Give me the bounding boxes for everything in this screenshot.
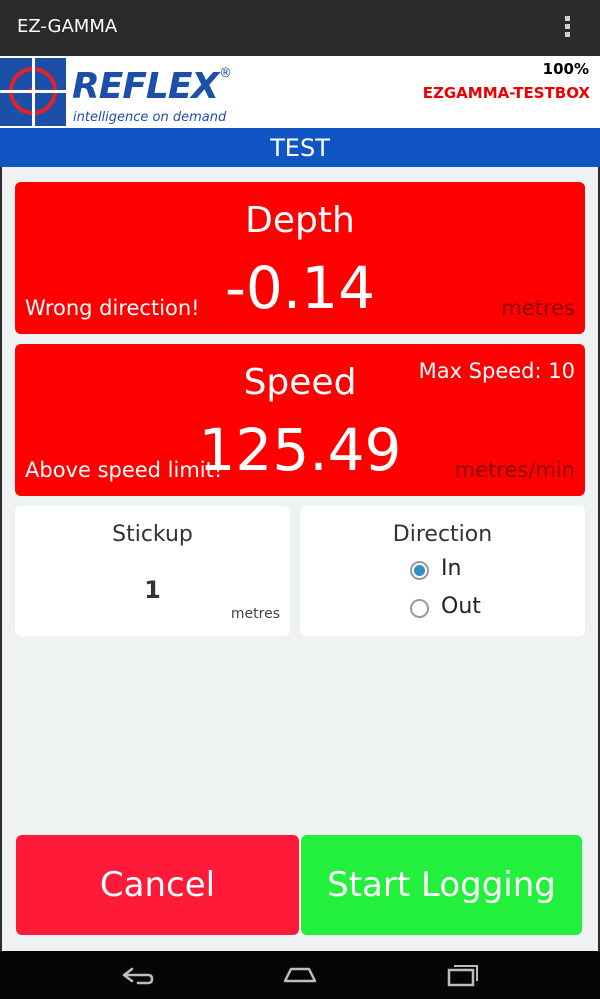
stickup-value[interactable]: 1 — [15, 576, 290, 604]
max-speed: Max Speed: 10 — [418, 359, 575, 383]
cancel-button[interactable]: Cancel — [16, 835, 299, 935]
radio-checked-icon[interactable] — [410, 561, 429, 580]
speed-unit: metres/min — [454, 458, 575, 482]
depth-unit: metres — [501, 296, 575, 320]
depth-label: Depth — [245, 200, 355, 241]
action-bar: EZ-GAMMA — [0, 0, 600, 56]
depth-warning: Wrong direction! — [25, 296, 200, 320]
header: REFLEX ® intelligence on demand 100% EZG… — [0, 56, 600, 128]
radio-unchecked-icon[interactable] — [410, 599, 429, 618]
home-icon[interactable] — [282, 961, 318, 989]
recents-icon[interactable] — [445, 961, 481, 989]
system-nav-bar — [0, 951, 600, 999]
stickup-label: Stickup — [112, 522, 193, 547]
stickup-unit: metres — [230, 606, 280, 622]
registered-mark: ® — [219, 66, 232, 81]
depth-card: Depth -0.14 Wrong direction! metres — [15, 182, 585, 334]
stickup-panel[interactable]: Stickup 1 metres — [15, 506, 290, 636]
logo-wordmark: REFLEX — [72, 66, 219, 107]
overflow-menu-icon[interactable] — [562, 16, 572, 42]
direction-panel: Direction In Out — [300, 506, 585, 636]
direction-label: Direction — [392, 522, 493, 547]
battery-level: 100% — [542, 60, 589, 78]
direction-out-label: Out — [441, 594, 481, 619]
start-logging-button[interactable]: Start Logging — [301, 835, 582, 935]
speed-warning: Above speed limit! — [25, 458, 223, 482]
speed-card: Speed Max Speed: 10 125.49 Above speed l… — [15, 344, 585, 496]
reflex-logo: REFLEX ® intelligence on demand — [0, 56, 240, 128]
page-title: TEST — [0, 128, 600, 167]
device-name: EZGAMMA-TESTBOX — [422, 84, 590, 102]
logo-tagline: intelligence on demand — [73, 110, 227, 125]
app-title: EZ-GAMMA — [17, 16, 118, 37]
direction-in-label: In — [441, 556, 462, 581]
back-icon[interactable] — [120, 961, 156, 989]
